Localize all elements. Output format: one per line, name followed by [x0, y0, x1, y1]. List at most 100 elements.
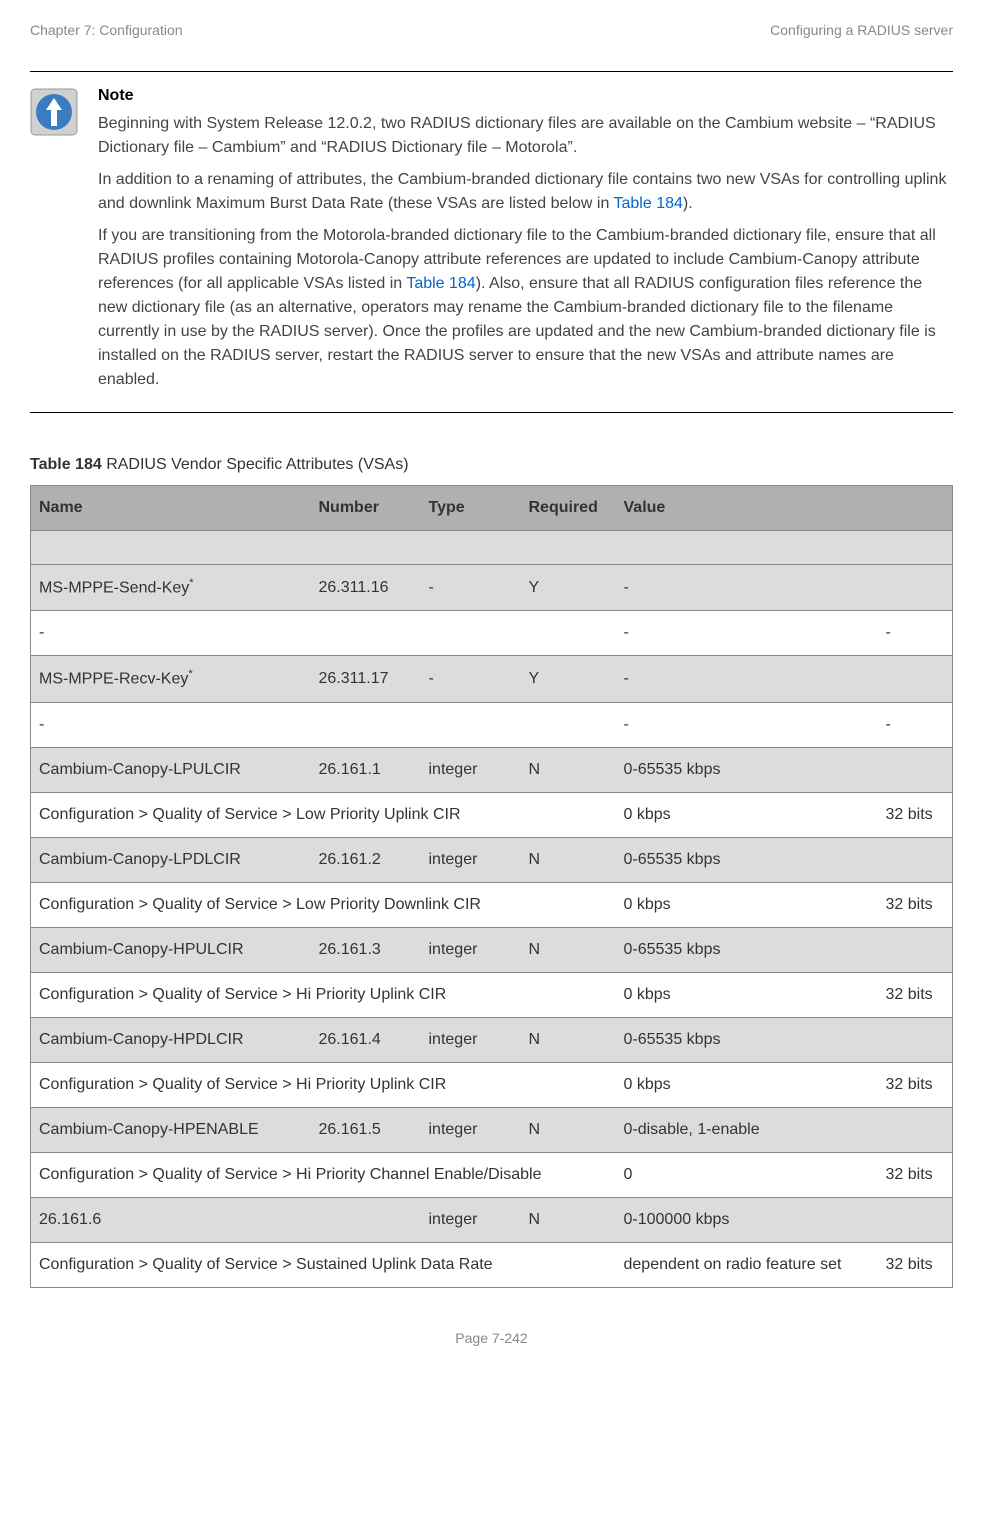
cell-value: 0-65535 kbps: [616, 927, 953, 972]
page-header: Chapter 7: Configuration Configuring a R…: [30, 20, 953, 41]
cell-value: 0-65535 kbps: [616, 1017, 953, 1062]
cell-value: 0-100000 kbps: [616, 1197, 953, 1242]
note-content: Note Beginning with System Release 12.0.…: [98, 84, 953, 400]
page-footer: Page 7-242: [30, 1328, 953, 1349]
th-name: Name: [31, 486, 311, 531]
th-type: Type: [421, 486, 521, 531]
note-para-2: In addition to a renaming of attributes,…: [98, 168, 953, 216]
cell-number: 26.161.4: [311, 1017, 421, 1062]
cell-config-path: -: [31, 611, 616, 656]
table-row: Configuration > Quality of Service > Hi …: [31, 1062, 953, 1107]
cell-name: Cambium-Canopy-HPDLCIR: [31, 1017, 311, 1062]
cell-number: 26.311.17: [311, 656, 421, 702]
cell-value: 0-disable, 1-enable: [616, 1107, 953, 1152]
cell-name: Cambium-Canopy-LPDLCIR: [31, 837, 311, 882]
cell-size: 32 bits: [878, 972, 953, 1017]
cell-config-path: Configuration > Quality of Service > Hi …: [31, 972, 616, 1017]
table-row: Cambium-Canopy-LPULCIR26.161.1integerN0-…: [31, 747, 953, 792]
note-title: Note: [98, 84, 953, 108]
table-184-link[interactable]: Table 184: [614, 195, 683, 212]
cell-number: [311, 1197, 421, 1242]
table-row: ---: [31, 611, 953, 656]
cell-value: 0-65535 kbps: [616, 837, 953, 882]
cell-config-path: Configuration > Quality of Service > Sus…: [31, 1242, 616, 1287]
cell-required: N: [521, 1017, 616, 1062]
table-caption-text: RADIUS Vendor Specific Attributes (VSAs): [102, 456, 409, 473]
cell-type: -: [421, 656, 521, 702]
cell-size: -: [878, 702, 953, 747]
footnote-marker: *: [188, 668, 192, 680]
cell-required: N: [521, 837, 616, 882]
cell-size: 32 bits: [878, 1152, 953, 1197]
table-row: Configuration > Quality of Service > Low…: [31, 882, 953, 927]
page-number: Page 7-242: [455, 1330, 527, 1346]
cell-default: -: [616, 611, 878, 656]
cell-size: 32 bits: [878, 1242, 953, 1287]
cell-value: -: [616, 565, 953, 611]
table-header-row: Name Number Type Required Value: [31, 486, 953, 531]
table-row: Configuration > Quality of Service > Hi …: [31, 1152, 953, 1197]
cell-type: integer: [421, 1197, 521, 1242]
cell-value: -: [616, 656, 953, 702]
cell-default: 0 kbps: [616, 792, 878, 837]
cell-size: 32 bits: [878, 882, 953, 927]
cell-number: 26.161.3: [311, 927, 421, 972]
cell-required: N: [521, 747, 616, 792]
cell-size: -: [878, 611, 953, 656]
note-para-1: Beginning with System Release 12.0.2, tw…: [98, 112, 953, 160]
note-block: Note Beginning with System Release 12.0.…: [30, 71, 953, 413]
cell-default: 0 kbps: [616, 972, 878, 1017]
table-caption: Table 184 RADIUS Vendor Specific Attribu…: [30, 453, 953, 477]
table-caption-label: Table 184: [30, 456, 102, 473]
cell-type: integer: [421, 927, 521, 972]
cell-required: N: [521, 927, 616, 972]
table-row: Cambium-Canopy-HPENABLE26.161.5integerN0…: [31, 1107, 953, 1152]
table-184-link-2[interactable]: Table 184: [406, 275, 475, 292]
table-row: MS-MPPE-Send-Key*26.311.16-Y-: [31, 565, 953, 611]
cell-type: integer: [421, 1017, 521, 1062]
table-row: Cambium-Canopy-HPULCIR26.161.3integerN0-…: [31, 927, 953, 972]
cell-name: Cambium-Canopy-HPULCIR: [31, 927, 311, 972]
table-row: Configuration > Quality of Service > Sus…: [31, 1242, 953, 1287]
cell-config-path: -: [31, 702, 616, 747]
cell-name: Cambium-Canopy-LPULCIR: [31, 747, 311, 792]
cell-name: Cambium-Canopy-HPENABLE: [31, 1107, 311, 1152]
cell-config-path: Configuration > Quality of Service > Hi …: [31, 1062, 616, 1107]
note-para-2-post: ).: [683, 195, 693, 212]
cell-number: 26.161.5: [311, 1107, 421, 1152]
cell-value: 0-65535 kbps: [616, 747, 953, 792]
table-row: Cambium-Canopy-LPDLCIR26.161.2integerN0-…: [31, 837, 953, 882]
cell-required: N: [521, 1107, 616, 1152]
cell-size: 32 bits: [878, 1062, 953, 1107]
table-row: MS-MPPE-Recv-Key*26.311.17-Y-: [31, 656, 953, 702]
footnote-marker: *: [189, 577, 193, 589]
th-required: Required: [521, 486, 616, 531]
table-row: ---: [31, 702, 953, 747]
note-arrow-icon: [30, 88, 78, 136]
blank-cell: [31, 531, 953, 565]
cell-default: -: [616, 702, 878, 747]
cell-type: -: [421, 565, 521, 611]
cell-number: 26.161.2: [311, 837, 421, 882]
cell-required: N: [521, 1197, 616, 1242]
table-row: 26.161.6integerN0-100000 kbps: [31, 1197, 953, 1242]
cell-required: Y: [521, 565, 616, 611]
cell-size: 32 bits: [878, 792, 953, 837]
cell-name: MS-MPPE-Send-Key*: [31, 565, 311, 611]
cell-config-path: Configuration > Quality of Service > Low…: [31, 792, 616, 837]
cell-type: integer: [421, 837, 521, 882]
th-value: Value: [616, 486, 953, 531]
cell-default: 0 kbps: [616, 1062, 878, 1107]
cell-default: 0 kbps: [616, 882, 878, 927]
cell-number: 26.311.16: [311, 565, 421, 611]
table-row: Configuration > Quality of Service > Hi …: [31, 972, 953, 1017]
th-number: Number: [311, 486, 421, 531]
cell-default: dependent on radio feature set: [616, 1242, 878, 1287]
note-para-2-text: In addition to a renaming of attributes,…: [98, 171, 946, 212]
cell-required: Y: [521, 656, 616, 702]
cell-config-path: Configuration > Quality of Service > Low…: [31, 882, 616, 927]
header-section: Configuring a RADIUS server: [770, 20, 953, 41]
cell-name: MS-MPPE-Recv-Key*: [31, 656, 311, 702]
cell-default: 0: [616, 1152, 878, 1197]
note-para-3: If you are transitioning from the Motoro…: [98, 224, 953, 392]
